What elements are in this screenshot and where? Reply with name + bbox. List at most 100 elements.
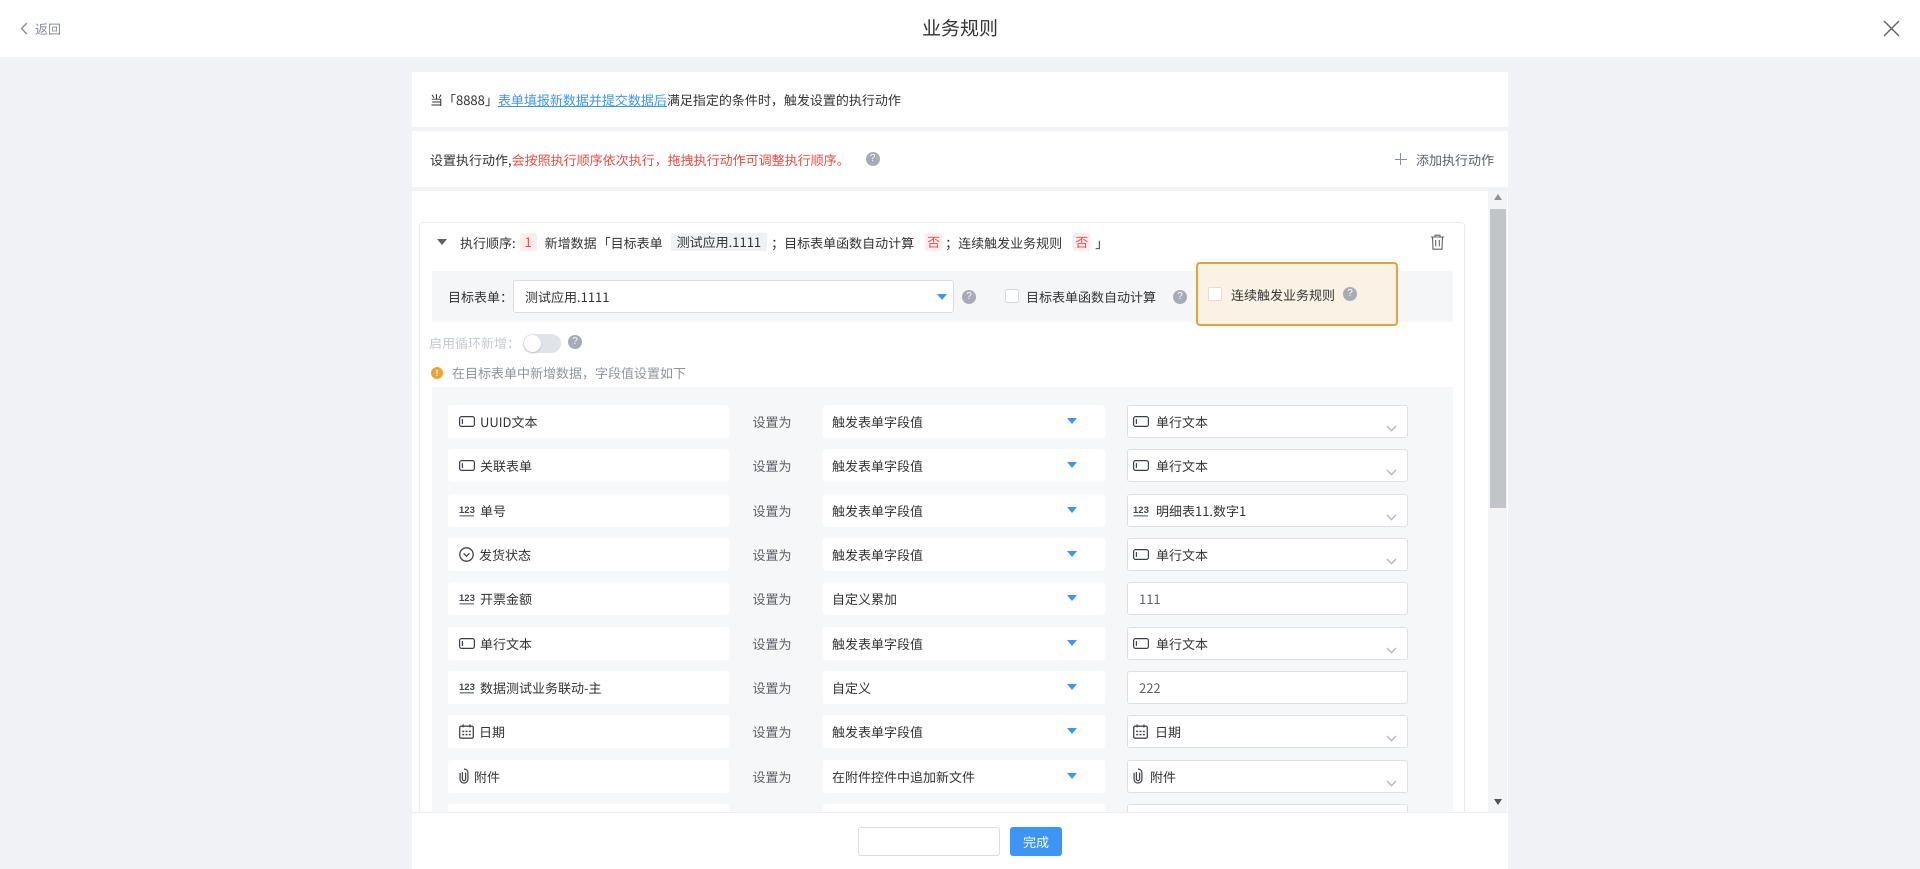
mode-select[interactable]: 在附件控件中追加新文件 xyxy=(823,760,1105,793)
mode-select[interactable]: 触发表单字段值 xyxy=(823,405,1105,438)
calc-checkbox[interactable] xyxy=(1005,289,1019,303)
field-mapping-row: 123单号设置为触发表单字段值123明细表11.数字1 xyxy=(432,494,1453,527)
rules-scroll-area: 执行顺序: 1 新增数据 「目标表单 测试应用.1111 ；目标表单函数自动计算… xyxy=(412,191,1508,812)
mode-select[interactable] xyxy=(823,804,1105,812)
actions-warning-text: 会按照执行顺序依次执行，拖拽执行动作可调整执行顺序。 xyxy=(512,150,850,169)
value-input[interactable]: 222 xyxy=(1127,671,1408,704)
trigger-event-link[interactable]: 表单填报新数据并提交数据后 xyxy=(498,90,667,109)
mode-select[interactable]: 触发表单字段值 xyxy=(823,449,1105,482)
field-type-icon-wrap: 123 xyxy=(459,592,475,605)
add-action-label: 添加执行动作 xyxy=(1416,150,1494,169)
notice-text: 在目标表单中新增数据，字段值设置如下 xyxy=(452,363,686,382)
scrollbar-thumb[interactable] xyxy=(1490,209,1506,508)
mode-select[interactable]: 触发表单字段值 xyxy=(823,538,1105,571)
caret-down-icon xyxy=(1067,640,1077,646)
field-mapping-row: 日期设置为触发表单字段值日期 xyxy=(432,715,1453,748)
chain-checkbox-label: 连续触发业务规则 xyxy=(1231,285,1335,304)
field-name: 开票金额 xyxy=(480,589,532,608)
number-icon: 123 xyxy=(459,592,475,605)
value-select[interactable]: 附件 xyxy=(1127,760,1408,793)
footer-bar: 完成 xyxy=(412,812,1508,869)
mode-select[interactable]: 触发表单字段值 xyxy=(823,715,1105,748)
close-icon[interactable] xyxy=(1883,20,1900,37)
rule-card-header: 执行顺序: 1 新增数据 「目标表单 测试应用.1111 ；目标表单函数自动计算… xyxy=(420,223,1464,261)
collapse-arrow-icon[interactable] xyxy=(437,239,447,245)
value-select[interactable]: 单行文本 xyxy=(1127,627,1408,660)
field-name-box: 关联表单 xyxy=(448,449,729,482)
value-text: 单行文本 xyxy=(1156,456,1208,475)
value-type-icon-wrap xyxy=(1133,416,1149,427)
calc-checkbox-label: 目标表单函数自动计算 xyxy=(1026,271,1156,322)
scroll-up-icon[interactable] xyxy=(1488,191,1507,203)
field-type-icon-wrap xyxy=(459,416,475,427)
actions-label: 设置执行动作, xyxy=(430,150,512,169)
mode-value: 触发表单字段值 xyxy=(832,545,923,564)
target-form-select[interactable]: 测试应用.1111 xyxy=(513,280,954,313)
svg-text:123: 123 xyxy=(459,593,475,604)
calc-badge: 否 xyxy=(925,233,942,251)
set-as-label: 设置为 xyxy=(752,538,792,571)
set-as-label: 设置为 xyxy=(752,671,792,704)
field-mapping-row: 123 数据测试业务联动-主 设置为 自定义 222 xyxy=(432,671,1453,704)
chevron-down-icon xyxy=(1386,558,1397,565)
mode-select[interactable]: 触发表单字段值 xyxy=(823,627,1105,660)
text-input-icon xyxy=(1133,638,1149,649)
confirm-button[interactable]: 完成 xyxy=(1010,827,1062,856)
chevron-down-icon xyxy=(1386,647,1397,654)
mode-value: 触发表单字段值 xyxy=(832,722,923,741)
set-as-label: 设置为 xyxy=(752,582,792,615)
mode-select[interactable]: 自定义 xyxy=(823,671,1105,704)
caret-down-icon xyxy=(1067,728,1077,734)
number-icon: 123 xyxy=(1133,504,1149,517)
attachment-icon xyxy=(1133,768,1143,784)
caret-down-icon xyxy=(1067,462,1077,468)
actions-header-section: 设置执行动作,会按照执行顺序依次执行，拖拽执行动作可调整执行顺序。 ? 添加执行… xyxy=(412,131,1508,187)
value-select[interactable]: 单行文本 xyxy=(1127,405,1408,438)
help-icon[interactable]: ? xyxy=(962,290,976,304)
mode-value: 触发表单字段值 xyxy=(832,634,923,653)
summary-chain: ；连续触发业务规则 xyxy=(945,233,1062,252)
chain-checkbox[interactable] xyxy=(1208,287,1222,301)
field-name-box xyxy=(448,804,729,812)
value-select[interactable]: 123明细表11.数字1 xyxy=(1127,494,1408,527)
action-type: 新增数据 xyxy=(545,233,597,252)
mode-select[interactable]: 自定义累加 xyxy=(823,582,1105,615)
value-input[interactable]: 111 xyxy=(1127,582,1408,615)
field-name: 数据测试业务联动-主 xyxy=(480,678,602,697)
field-mapping-row: 123 开票金额 设置为自定义累加 111 xyxy=(432,582,1453,615)
chevron-down-icon xyxy=(1386,735,1397,742)
mode-select[interactable]: 触发表单字段值 xyxy=(823,494,1105,527)
value-select[interactable] xyxy=(1127,804,1408,812)
target-form-row: 目标表单： 测试应用.1111 ? 目标表单函数自动计算 ? 连续触发业务规则 … xyxy=(432,271,1453,322)
field-name-box: 单行文本 xyxy=(448,627,729,660)
field-name-box: 123单号 xyxy=(448,494,729,527)
order-number-badge: 1 xyxy=(520,233,537,251)
footer-input[interactable] xyxy=(858,827,1000,856)
summary-open: 「目标表单 xyxy=(598,233,663,252)
help-icon[interactable]: ? xyxy=(568,335,582,349)
help-icon[interactable]: ? xyxy=(866,152,880,166)
value-text: 单行文本 xyxy=(1156,545,1208,564)
value-select[interactable]: 单行文本 xyxy=(1127,449,1408,482)
caret-down-icon xyxy=(937,294,947,300)
vertical-scrollbar[interactable] xyxy=(1488,191,1507,812)
help-icon[interactable]: ? xyxy=(1343,287,1357,301)
field-name: 附件 xyxy=(474,767,500,786)
value-select[interactable]: 单行文本 xyxy=(1127,538,1408,571)
order-label: 执行顺序: xyxy=(460,233,516,252)
chain-trigger-highlight-box: 连续触发业务规则 ? xyxy=(1196,262,1398,326)
value-type-icon-wrap xyxy=(1133,638,1149,649)
loop-insert-toggle[interactable] xyxy=(523,334,561,353)
chevron-down-icon xyxy=(1386,780,1397,787)
help-icon[interactable]: ? xyxy=(1173,290,1187,304)
number-icon: 123 xyxy=(459,681,475,694)
delete-icon[interactable] xyxy=(1430,234,1445,250)
chevron-down-icon-wrap xyxy=(1386,550,1397,569)
chevron-down-icon-wrap xyxy=(1386,417,1397,436)
mode-value: 触发表单字段值 xyxy=(832,456,923,475)
add-action-button[interactable]: 添加执行动作 xyxy=(1395,150,1494,169)
mode-value: 自定义 xyxy=(832,678,871,697)
value-type-icon-wrap xyxy=(1133,768,1143,784)
scroll-down-icon[interactable] xyxy=(1488,794,1507,809)
value-select[interactable]: 日期 xyxy=(1127,715,1408,748)
